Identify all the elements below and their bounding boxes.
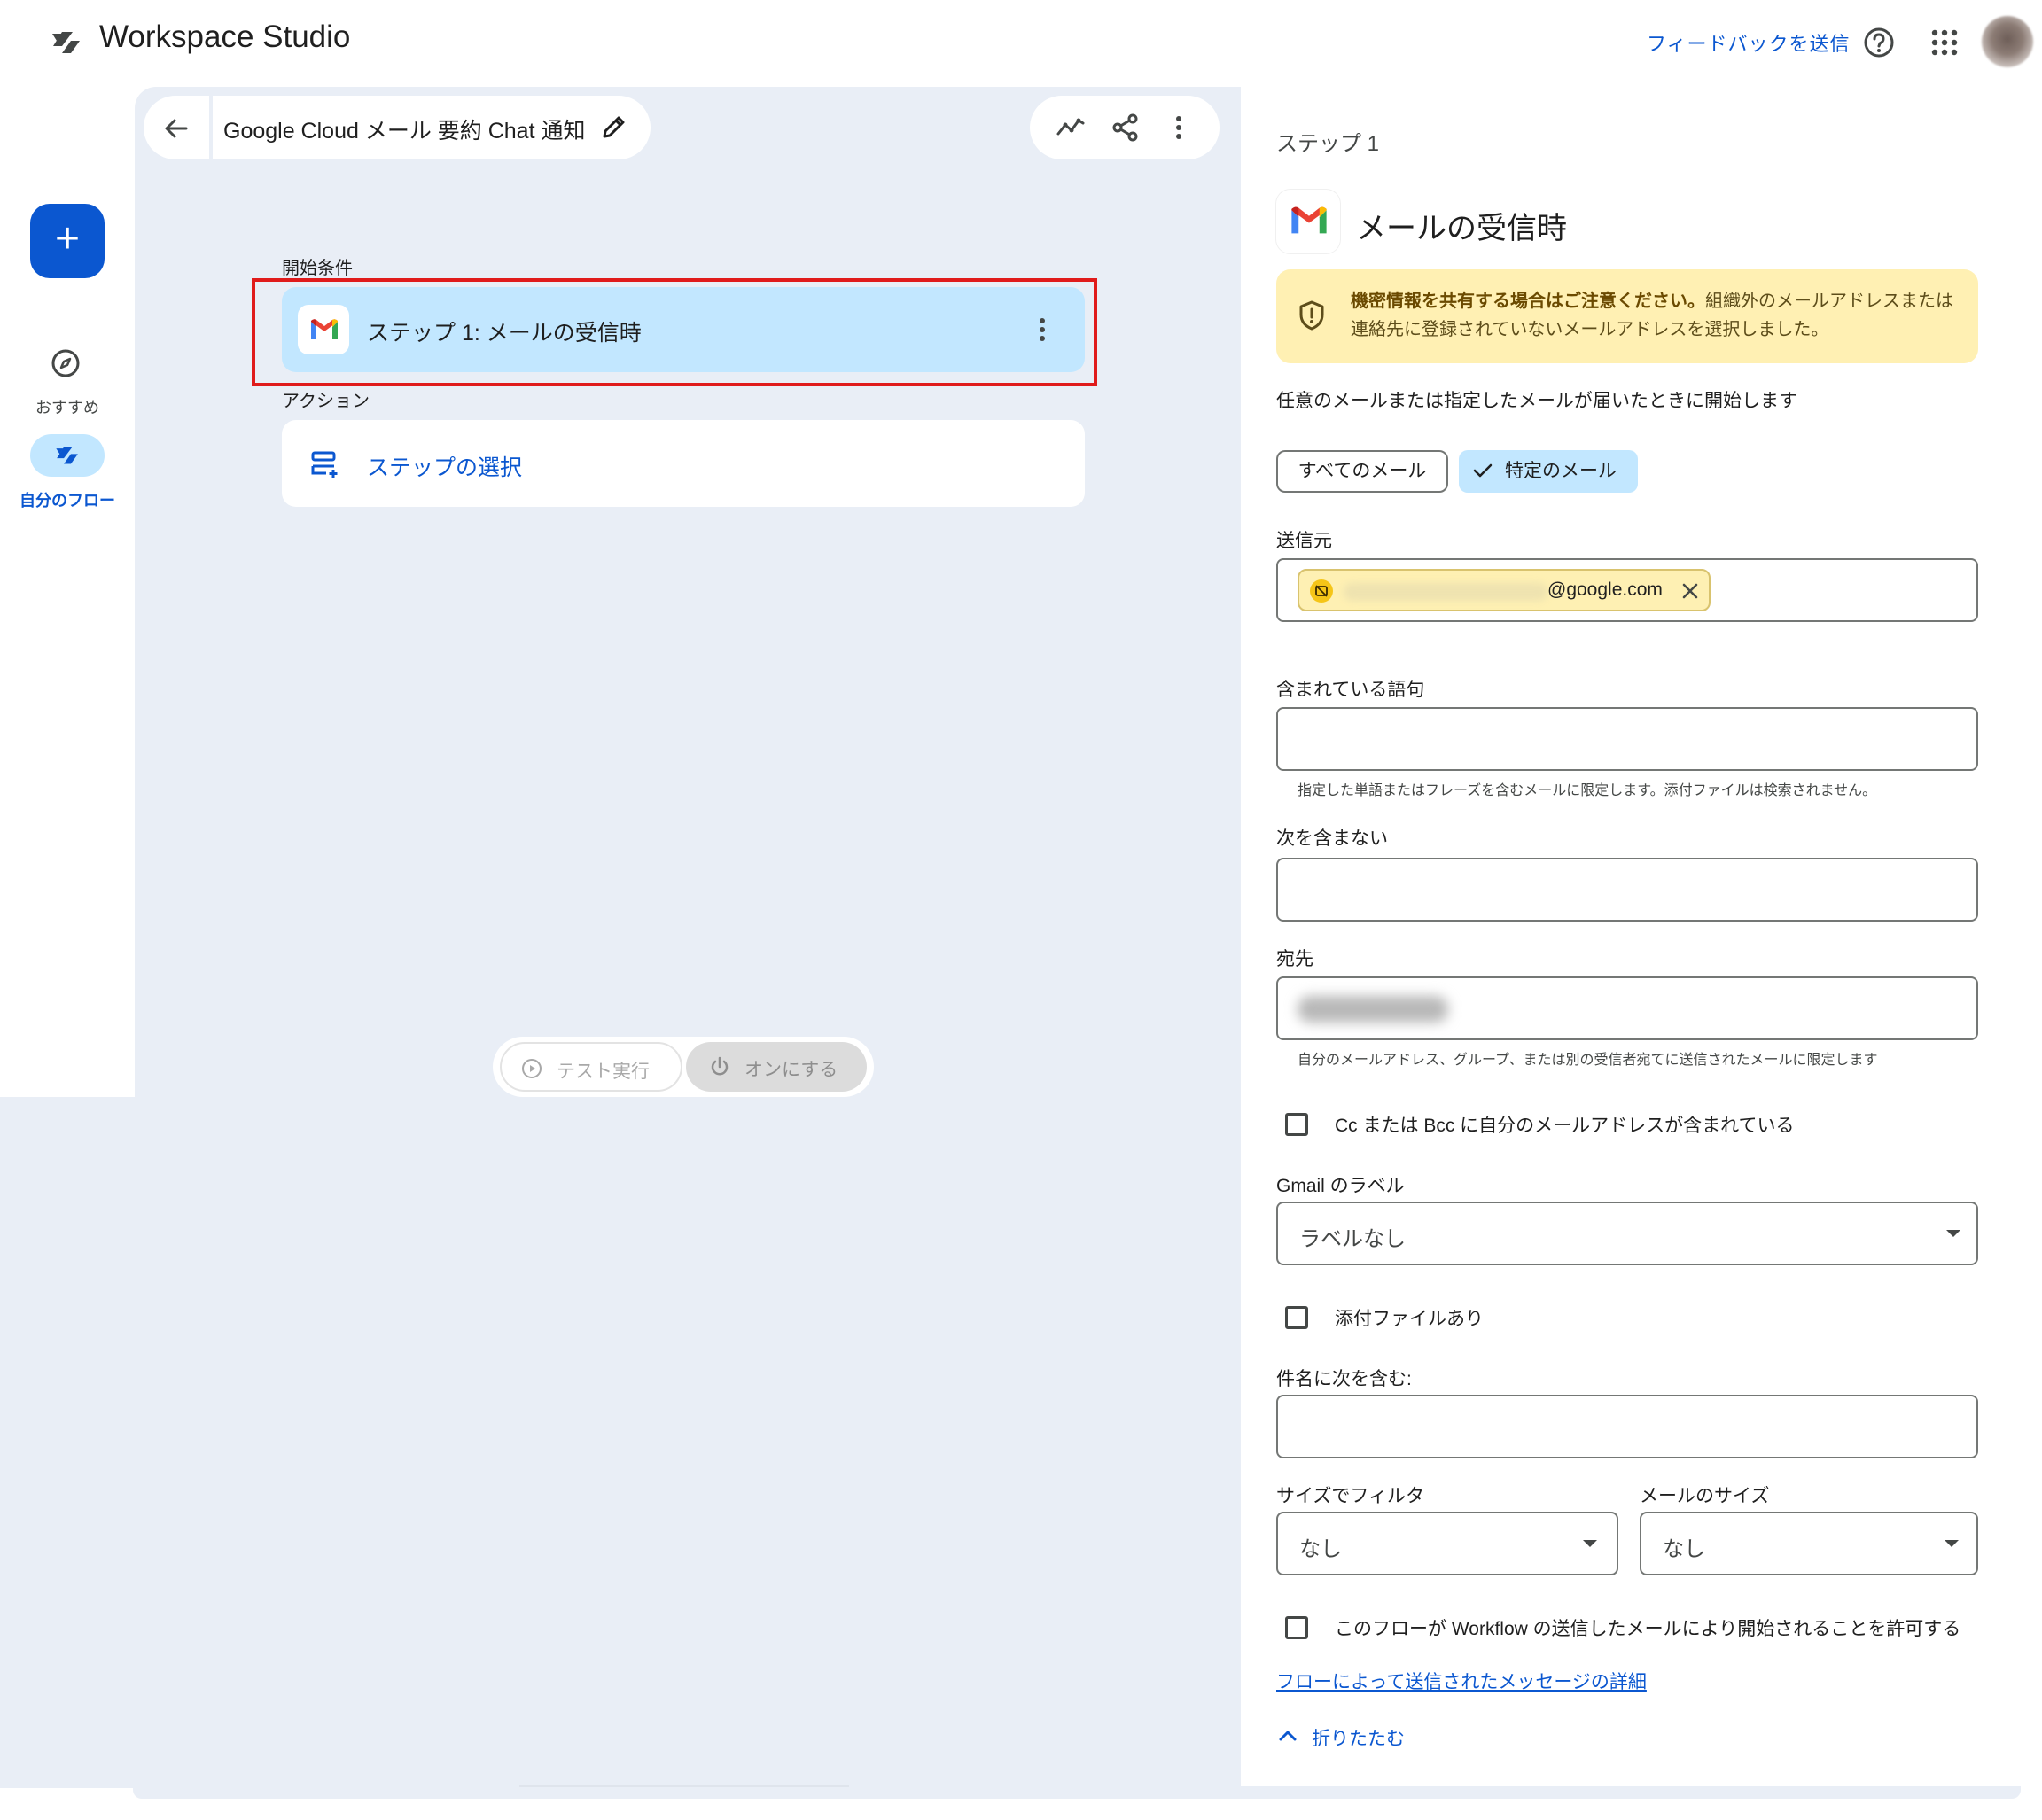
start-condition-heading: 開始条件 [282,259,353,278]
gmail-label-label: Gmail のラベル [1276,1176,1405,1196]
dropdown-arrow-icon [1583,1540,1597,1547]
contains-hint: 指定した単語またはフレーズを含むメールに限定します。添付ファイルは検索されません… [1298,783,1877,798]
back-button[interactable] [144,96,209,159]
message-details-link[interactable]: フローによって送信されたメッセージの詳細 [1276,1668,1647,1694]
sender-chip[interactable]: @google.com [1298,569,1711,611]
workspace-studio-logo-icon [52,32,80,53]
step-1-card[interactable]: ステップ 1: メールの受信時 [282,287,1085,372]
close-icon[interactable] [1680,581,1700,601]
create-flow-button[interactable]: + [30,204,105,278]
action-heading: アクション [282,392,370,411]
divider [519,1785,849,1787]
attachment-label[interactable]: 添付ファイルあり [1335,1304,1484,1331]
avatar[interactable] [1982,16,2033,67]
contains-label: 含まれている語句 [1276,680,1425,700]
panel-title: メールの受信時 [1356,212,1567,245]
sender-label: 送信元 [1276,531,1332,551]
step-config-panel: ステップ 1 メールの受信時 機密情報を共有する場合はご注意ください。組織外のメ… [1243,96,2010,1785]
size-filter-label: サイズでフィルタ [1276,1486,1424,1506]
plus-icon: + [54,215,81,262]
cc-bcc-label[interactable]: Cc または Bcc に自分のメールアドレスが含まれている [1335,1111,1795,1138]
sender-domain: @google.com [1547,579,1663,600]
step-more-icon[interactable] [1037,314,1048,346]
send-feedback-link[interactable]: フィードバックを送信 [1647,28,1851,57]
warning-banner: 機密情報を共有する場合はご注意ください。組織外のメールアドレスまたは連絡先に登録… [1276,269,1978,363]
redacted-recipient [1298,996,1448,1023]
warning-bold: 機密情報を共有する場合はご注意ください。 [1351,292,1705,311]
dropdown-arrow-icon [1945,1540,1959,1547]
turn-on-button[interactable]: オンにする [686,1042,867,1092]
gmail-label-value: ラベルなし [1299,1227,1406,1251]
size-filter-select[interactable]: なし [1276,1512,1618,1575]
not-contains-input[interactable] [1276,858,1978,922]
to-label: 宛先 [1276,949,1313,969]
run-controls: テスト実行 オンにする [493,1037,874,1097]
flow-title[interactable]: Google Cloud メール 要約 Chat 通知 [223,113,585,145]
gmail-icon [1291,206,1327,234]
test-run-label: テスト実行 [557,1062,650,1082]
collapse-label: 折りたたむ [1312,1729,1405,1749]
activity-chart-icon[interactable] [1055,112,1087,144]
help-icon[interactable] [1861,25,1897,60]
select-step-card[interactable]: ステップの選択 [282,420,1085,507]
size-filter-value: なし [1299,1537,1342,1561]
flow-canvas [135,87,1241,1097]
turn-on-label: オンにする [744,1060,838,1080]
chip-all-mail[interactable]: すべてのメール [1276,450,1448,493]
contains-input[interactable] [1276,707,1978,771]
allow-workflow-label[interactable]: このフローが Workflow の送信したメールにより開始されることを許可する [1335,1614,1960,1641]
play-circle-icon [522,1059,542,1078]
gmail-label-select[interactable]: ラベルなし [1276,1202,1978,1265]
step-number: ステップ 1 [1276,132,1380,156]
sender-field[interactable]: @google.com [1276,558,1978,622]
edit-pencil-icon[interactable] [599,113,627,142]
cc-bcc-checkbox[interactable] [1285,1113,1308,1136]
arrow-back-icon [165,119,188,138]
dropdown-arrow-icon [1946,1230,1960,1237]
redacted-email [1344,583,1547,601]
compass-icon[interactable] [50,347,82,379]
not-contains-label: 次を含まない [1276,828,1388,849]
canvas-footer [133,1786,2021,1799]
more-vert-icon[interactable] [1163,112,1195,144]
subject-label: 件名に次を含む: [1276,1369,1412,1389]
trigger-app-tile [1276,190,1340,253]
top-bar: Workspace Studio フィードバックを送信 [0,0,2042,85]
mail-size-label: メールのサイズ [1640,1486,1770,1506]
external-user-icon [1310,579,1333,603]
test-run-button[interactable]: テスト実行 [500,1042,682,1092]
shield-warning-icon [1299,300,1324,331]
flow-canvas-lower [0,1097,1241,1788]
allow-workflow-checkbox[interactable] [1285,1616,1308,1639]
step-1-label: ステップ 1: メールの受信時 [367,321,642,346]
nav-item-my-flows[interactable] [30,434,105,477]
warning-text: 機密情報を共有する場合はご注意ください。組織外のメールアドレスまたは連絡先に登録… [1351,287,1962,344]
to-hint: 自分のメールアドレス、グループ、または別の受信者宛てに送信されたメールに限定しま… [1298,1053,1878,1068]
nav-item-recommended[interactable]: おすすめ [18,395,117,418]
share-icon[interactable] [1110,112,1142,144]
power-icon [711,1056,729,1076]
check-icon [1473,463,1493,478]
add-step-icon [311,451,338,478]
flows-icon [56,447,78,464]
select-step-label: ステップの選択 [367,455,523,480]
gmail-tile [298,305,349,354]
attachment-checkbox[interactable] [1285,1306,1308,1329]
trigger-description: 任意のメールまたは指定したメールが届いたときに開始します [1276,391,1797,411]
mail-size-value: なし [1663,1537,1705,1561]
to-input[interactable] [1276,976,1978,1040]
subject-input[interactable] [1276,1395,1978,1458]
chip-specific-mail[interactable]: 特定のメール [1459,450,1638,493]
apps-grid-icon[interactable] [1929,27,1960,58]
nav-item-my-flows-label[interactable]: 自分のフロー [12,489,122,512]
flow-actions-bar [1030,96,1220,159]
gmail-icon [311,319,338,339]
mail-size-select[interactable]: なし [1640,1512,1978,1575]
app-title: Workspace Studio [99,19,351,54]
chevron-up-icon [1279,1731,1297,1741]
flow-title-bar[interactable]: Google Cloud メール 要約 Chat 通知 [213,96,651,159]
chip-specific-label: 特定のメール [1505,461,1617,481]
